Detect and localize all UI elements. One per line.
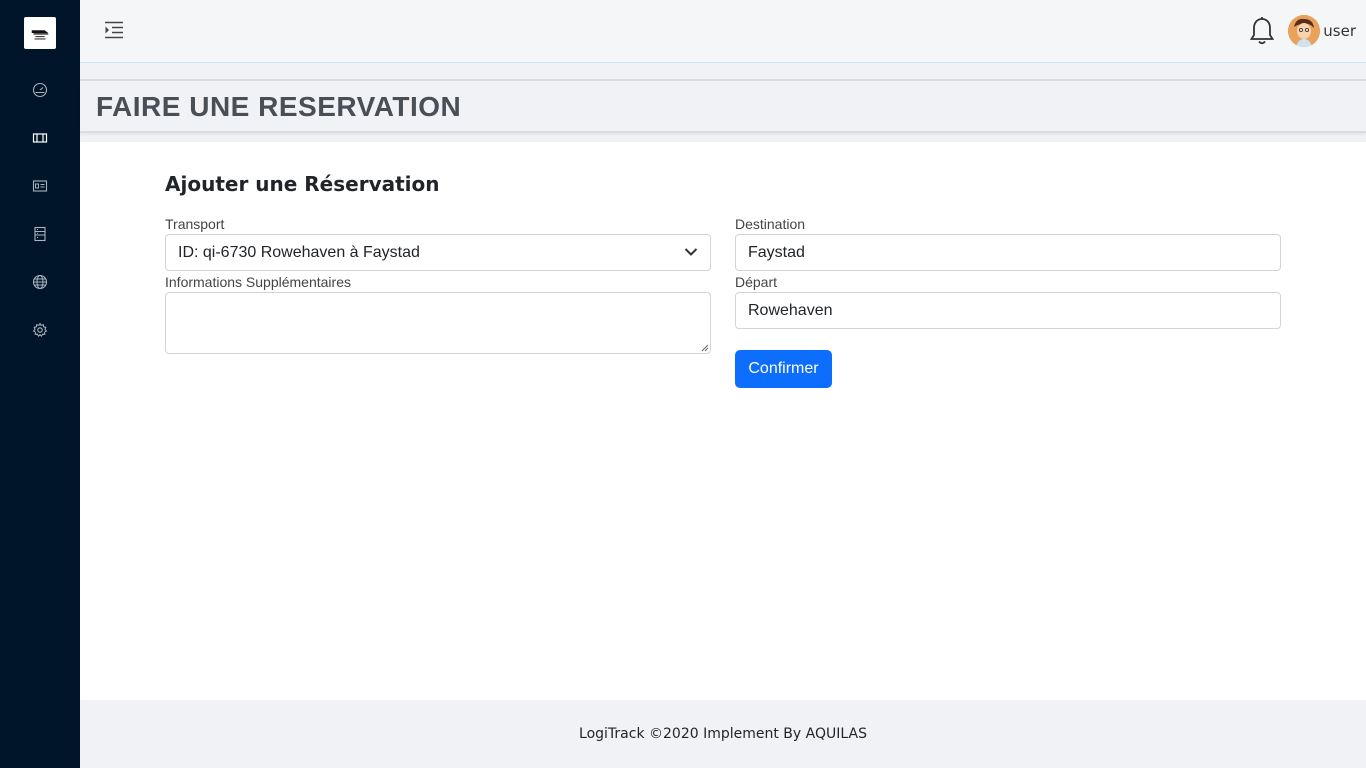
depart-value: Rowehaven <box>748 301 833 319</box>
train-logo-icon <box>31 30 49 40</box>
bell-icon <box>1249 17 1275 45</box>
resize-grip-icon[interactable] <box>701 344 709 352</box>
dashboard-icon <box>32 82 48 98</box>
page-title: FAIRE UNE RESERVATION <box>96 91 462 122</box>
user-avatar-icon <box>1288 15 1320 47</box>
sidebar-item-list[interactable] <box>0 214 80 254</box>
footer: LogiTrack ©2020 Implement By AQUILAS <box>80 700 1366 768</box>
page-header: FAIRE UNE RESERVATION <box>80 79 1366 133</box>
top-bar: user <box>80 0 1366 63</box>
sidebar-item-network[interactable] <box>0 262 80 302</box>
info-textarea-wrapper <box>165 292 711 354</box>
chevron-down-icon <box>684 248 698 256</box>
menu-toggle-button[interactable] <box>104 20 124 40</box>
id-card-icon <box>32 180 48 192</box>
destination-value: Faystad <box>748 243 805 261</box>
list-icon <box>34 226 46 242</box>
avatar[interactable] <box>1288 15 1320 47</box>
reservation-form-panel: Ajouter une Réservation Transport ID: qi… <box>80 142 1366 700</box>
logitrack-logo[interactable] <box>24 17 56 49</box>
sidebar-item-dashboard[interactable] <box>0 70 80 110</box>
gear-icon <box>32 322 48 338</box>
sidebar-item-settings[interactable] <box>0 310 80 350</box>
transport-selected-value: ID: qi-6730 Rowehaven à Faystad <box>178 243 420 261</box>
info-label: Informations Supplémentaires <box>165 274 351 290</box>
username-label[interactable]: user <box>1323 22 1356 40</box>
confirm-button[interactable]: Confirmer <box>735 350 832 388</box>
form-title: Ajouter une Réservation <box>165 172 440 196</box>
ticket-icon <box>32 133 48 143</box>
footer-text: LogiTrack ©2020 Implement By AQUILAS <box>579 726 867 742</box>
sidebar-item-reservations[interactable] <box>0 118 80 158</box>
depart-field[interactable]: Rowehaven <box>735 292 1281 329</box>
destination-label: Destination <box>735 216 806 232</box>
globe-icon <box>32 274 48 290</box>
menu-indent-icon <box>105 21 123 39</box>
destination-field[interactable]: Faystad <box>735 234 1281 271</box>
transport-label: Transport <box>165 216 225 232</box>
sidebar-item-contacts[interactable] <box>0 166 80 206</box>
info-textarea[interactable] <box>165 292 711 354</box>
notifications-button[interactable] <box>1249 16 1275 46</box>
transport-select[interactable]: ID: qi-6730 Rowehaven à Faystad <box>165 234 711 271</box>
sidebar <box>0 0 80 768</box>
depart-label: Départ <box>735 274 778 290</box>
